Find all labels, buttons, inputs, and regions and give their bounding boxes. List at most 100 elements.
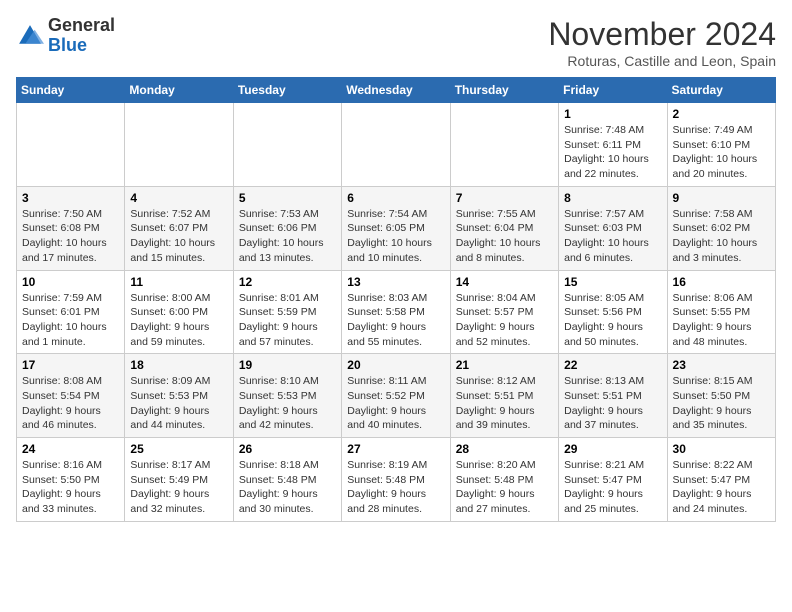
day-info: Sunrise: 7:58 AM Sunset: 6:02 PM Dayligh… xyxy=(673,207,770,266)
day-number: 21 xyxy=(456,358,553,372)
day-cell: 14 Sunrise: 8:04 AM Sunset: 5:57 PM Dayli… xyxy=(450,270,558,354)
day-number: 16 xyxy=(673,275,770,289)
day-cell: 17 Sunrise: 8:08 AM Sunset: 5:54 PM Dayli… xyxy=(17,354,125,438)
day-number: 15 xyxy=(564,275,661,289)
day-number: 17 xyxy=(22,358,119,372)
header-thursday: Thursday xyxy=(450,78,558,103)
day-number: 26 xyxy=(239,442,336,456)
calendar-header-row: SundayMondayTuesdayWednesdayThursdayFrid… xyxy=(17,78,776,103)
logo: General Blue xyxy=(16,16,115,56)
day-cell: 24Sunrise: 8:16 AM Sunset: 5:50 PM Dayli… xyxy=(17,438,125,522)
day-info: Sunrise: 8:22 AM Sunset: 5:47 PM Dayligh… xyxy=(673,458,770,517)
day-number: 23 xyxy=(673,358,770,372)
day-number: 22 xyxy=(564,358,661,372)
day-info: Sunrise: 8:17 AM Sunset: 5:49 PM Dayligh… xyxy=(130,458,227,517)
day-cell xyxy=(233,103,341,187)
day-cell: 2Sunrise: 7:49 AM Sunset: 6:10 PM Daylig… xyxy=(667,103,775,187)
day-cell: 18 Sunrise: 8:09 AM Sunset: 5:53 PM Dayli… xyxy=(125,354,233,438)
header-saturday: Saturday xyxy=(667,78,775,103)
day-number: 9 xyxy=(673,191,770,205)
day-cell: 23 Sunrise: 8:15 AM Sunset: 5:50 PM Dayli… xyxy=(667,354,775,438)
day-info: Sunrise: 8:12 AM Sunset: 5:51 PM Dayligh… xyxy=(456,374,553,433)
logo-blue: Blue xyxy=(48,35,87,55)
header: General Blue November 2024 Roturas, Cast… xyxy=(16,16,776,69)
day-cell: 1 Sunrise: 7:48 AM Sunset: 6:11 PM Daylig… xyxy=(559,103,667,187)
day-cell xyxy=(17,103,125,187)
day-info: Sunrise: 7:52 AM Sunset: 6:07 PM Dayligh… xyxy=(130,207,227,266)
day-info: Sunrise: 8:15 AM Sunset: 5:50 PM Dayligh… xyxy=(673,374,770,433)
day-info: Sunrise: 7:55 AM Sunset: 6:04 PM Dayligh… xyxy=(456,207,553,266)
day-number: 5 xyxy=(239,191,336,205)
day-number: 4 xyxy=(130,191,227,205)
day-info: Sunrise: 8:20 AM Sunset: 5:48 PM Dayligh… xyxy=(456,458,553,517)
day-number: 19 xyxy=(239,358,336,372)
day-cell: 12Sunrise: 8:01 AM Sunset: 5:59 PM Dayli… xyxy=(233,270,341,354)
day-number: 25 xyxy=(130,442,227,456)
day-info: Sunrise: 8:16 AM Sunset: 5:50 PM Dayligh… xyxy=(22,458,119,517)
logo-general: General xyxy=(48,15,115,35)
day-info: Sunrise: 8:11 AM Sunset: 5:52 PM Dayligh… xyxy=(347,374,444,433)
day-info: Sunrise: 7:54 AM Sunset: 6:05 PM Dayligh… xyxy=(347,207,444,266)
day-cell: 15 Sunrise: 8:05 AM Sunset: 5:56 PM Dayli… xyxy=(559,270,667,354)
day-number: 1 xyxy=(564,107,661,121)
day-info: Sunrise: 8:09 AM Sunset: 5:53 PM Dayligh… xyxy=(130,374,227,433)
day-info: Sunrise: 7:57 AM Sunset: 6:03 PM Dayligh… xyxy=(564,207,661,266)
day-cell: 5 Sunrise: 7:53 AM Sunset: 6:06 PM Daylig… xyxy=(233,186,341,270)
week-row-1: 1 Sunrise: 7:48 AM Sunset: 6:11 PM Daylig… xyxy=(17,103,776,187)
day-cell: 13Sunrise: 8:03 AM Sunset: 5:58 PM Dayli… xyxy=(342,270,450,354)
title-area: November 2024 Roturas, Castille and Leon… xyxy=(548,16,776,69)
day-cell xyxy=(342,103,450,187)
day-number: 11 xyxy=(130,275,227,289)
day-cell: 28 Sunrise: 8:20 AM Sunset: 5:48 PM Dayli… xyxy=(450,438,558,522)
day-cell: 26 Sunrise: 8:18 AM Sunset: 5:48 PM Dayli… xyxy=(233,438,341,522)
day-number: 3 xyxy=(22,191,119,205)
day-info: Sunrise: 7:48 AM Sunset: 6:11 PM Dayligh… xyxy=(564,123,661,182)
header-sunday: Sunday xyxy=(17,78,125,103)
day-number: 30 xyxy=(673,442,770,456)
day-number: 2 xyxy=(673,107,770,121)
day-number: 6 xyxy=(347,191,444,205)
day-cell: 7Sunrise: 7:55 AM Sunset: 6:04 PM Daylig… xyxy=(450,186,558,270)
day-info: Sunrise: 8:05 AM Sunset: 5:56 PM Dayligh… xyxy=(564,291,661,350)
day-number: 10 xyxy=(22,275,119,289)
day-info: Sunrise: 8:03 AM Sunset: 5:58 PM Dayligh… xyxy=(347,291,444,350)
day-number: 18 xyxy=(130,358,227,372)
day-info: Sunrise: 8:00 AM Sunset: 6:00 PM Dayligh… xyxy=(130,291,227,350)
day-number: 29 xyxy=(564,442,661,456)
day-cell: 30 Sunrise: 8:22 AM Sunset: 5:47 PM Dayli… xyxy=(667,438,775,522)
calendar-table: SundayMondayTuesdayWednesdayThursdayFrid… xyxy=(16,77,776,522)
day-info: Sunrise: 8:19 AM Sunset: 5:48 PM Dayligh… xyxy=(347,458,444,517)
day-info: Sunrise: 8:01 AM Sunset: 5:59 PM Dayligh… xyxy=(239,291,336,350)
day-cell: 10 Sunrise: 7:59 AM Sunset: 6:01 PM Dayli… xyxy=(17,270,125,354)
day-number: 28 xyxy=(456,442,553,456)
day-cell: 8Sunrise: 7:57 AM Sunset: 6:03 PM Daylig… xyxy=(559,186,667,270)
logo-text: General Blue xyxy=(48,16,115,56)
day-number: 14 xyxy=(456,275,553,289)
day-cell: 6 Sunrise: 7:54 AM Sunset: 6:05 PM Daylig… xyxy=(342,186,450,270)
day-info: Sunrise: 7:59 AM Sunset: 6:01 PM Dayligh… xyxy=(22,291,119,350)
month-title: November 2024 xyxy=(548,16,776,53)
logo-icon xyxy=(16,22,44,50)
day-cell: 29 Sunrise: 8:21 AM Sunset: 5:47 PM Dayli… xyxy=(559,438,667,522)
day-info: Sunrise: 8:21 AM Sunset: 5:47 PM Dayligh… xyxy=(564,458,661,517)
day-info: Sunrise: 8:08 AM Sunset: 5:54 PM Dayligh… xyxy=(22,374,119,433)
day-cell: 25 Sunrise: 8:17 AM Sunset: 5:49 PM Dayli… xyxy=(125,438,233,522)
day-cell: 21 Sunrise: 8:12 AM Sunset: 5:51 PM Dayli… xyxy=(450,354,558,438)
day-cell: 11 Sunrise: 8:00 AM Sunset: 6:00 PM Dayli… xyxy=(125,270,233,354)
day-cell: 9 Sunrise: 7:58 AM Sunset: 6:02 PM Daylig… xyxy=(667,186,775,270)
day-info: Sunrise: 7:50 AM Sunset: 6:08 PM Dayligh… xyxy=(22,207,119,266)
day-cell: 3 Sunrise: 7:50 AM Sunset: 6:08 PM Daylig… xyxy=(17,186,125,270)
day-cell xyxy=(125,103,233,187)
day-number: 27 xyxy=(347,442,444,456)
day-info: Sunrise: 8:06 AM Sunset: 5:55 PM Dayligh… xyxy=(673,291,770,350)
day-cell: 22Sunrise: 8:13 AM Sunset: 5:51 PM Dayli… xyxy=(559,354,667,438)
header-tuesday: Tuesday xyxy=(233,78,341,103)
day-cell: 4 Sunrise: 7:52 AM Sunset: 6:07 PM Daylig… xyxy=(125,186,233,270)
day-info: Sunrise: 8:04 AM Sunset: 5:57 PM Dayligh… xyxy=(456,291,553,350)
day-info: Sunrise: 8:18 AM Sunset: 5:48 PM Dayligh… xyxy=(239,458,336,517)
week-row-3: 10 Sunrise: 7:59 AM Sunset: 6:01 PM Dayli… xyxy=(17,270,776,354)
header-wednesday: Wednesday xyxy=(342,78,450,103)
day-info: Sunrise: 7:53 AM Sunset: 6:06 PM Dayligh… xyxy=(239,207,336,266)
header-friday: Friday xyxy=(559,78,667,103)
week-row-4: 17 Sunrise: 8:08 AM Sunset: 5:54 PM Dayli… xyxy=(17,354,776,438)
